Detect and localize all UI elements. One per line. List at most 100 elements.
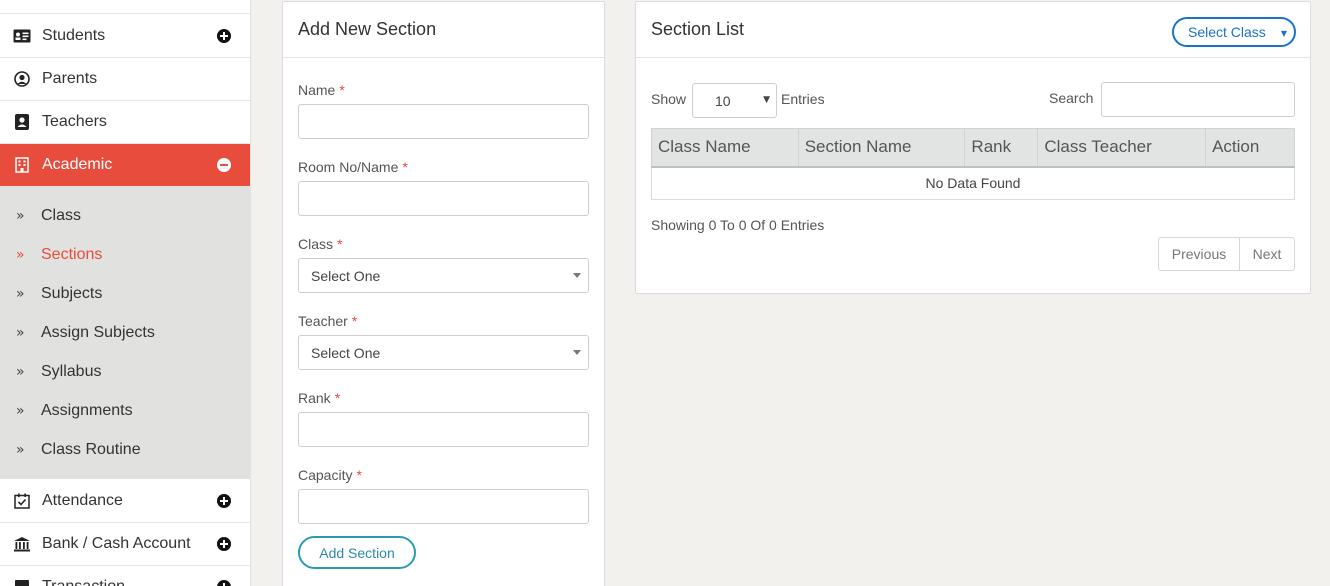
required-mark: *	[402, 159, 408, 175]
chevron-double-right-icon: »	[16, 207, 25, 224]
expand-plus-icon[interactable]	[217, 537, 231, 551]
panel-title: Add New Section	[298, 19, 437, 39]
chevron-double-right-icon: »	[16, 363, 25, 380]
rank-input[interactable]	[298, 412, 589, 447]
chevron-double-right-icon: »	[16, 285, 25, 302]
caret-down-icon: ▼	[1280, 29, 1287, 38]
previous-button[interactable]: Previous	[1158, 237, 1240, 271]
sidebar-item-parents[interactable]: Parents	[0, 58, 250, 101]
sidebar-item-label: Parents	[42, 70, 98, 87]
sidebar-item-teachers[interactable]: Teachers	[0, 101, 250, 144]
required-mark: *	[339, 82, 345, 98]
search-input[interactable]	[1101, 82, 1295, 117]
panel-title: Section List	[651, 19, 745, 39]
required-mark: *	[337, 236, 343, 252]
section-table: Class Name Section Name Rank Class Teach…	[651, 128, 1295, 200]
rank-field-group: Rank *	[298, 390, 589, 447]
expand-plus-icon[interactable]	[217, 29, 231, 43]
select-class-dropdown[interactable]: Select Class ▼	[1172, 17, 1296, 47]
transaction-icon	[12, 577, 32, 586]
expand-plus-icon[interactable]	[217, 580, 231, 586]
collapse-minus-icon[interactable]	[217, 158, 231, 172]
user-circle-icon	[12, 0, 32, 2]
chevron-double-right-icon: »	[16, 402, 25, 419]
submenu-item-label: Sections	[41, 245, 103, 263]
caret-down-icon	[573, 350, 581, 355]
name-field-group: Name *	[298, 82, 589, 139]
class-field-group: Class * Select One	[298, 236, 589, 293]
teacher-field-group: Teacher * Select One	[298, 313, 589, 370]
building-icon	[12, 155, 32, 175]
calendar-check-icon	[12, 491, 32, 511]
chevron-double-right-icon: »	[16, 246, 25, 263]
class-select[interactable]: Select One	[298, 258, 589, 293]
sidebar-item-academic[interactable]: Academic	[0, 144, 250, 187]
sidebar-item-label: Bank / Cash Account	[42, 535, 191, 552]
section-list-panel: Section List Select Class ▼ Show 10 ▼ En…	[635, 1, 1311, 294]
search-label: Search	[1049, 90, 1094, 106]
empty-message: No Data Found	[651, 166, 1295, 200]
submenu-item-label: Syllabus	[41, 362, 102, 380]
panel-header: Add New Section	[283, 2, 604, 58]
sidebar-item-students[interactable]: Students	[0, 15, 250, 58]
submenu-item-assign-subjects[interactable]: » Assign Subjects	[0, 313, 250, 352]
table-row: No Data Found	[651, 166, 1295, 200]
teacher-select[interactable]: Select One	[298, 335, 589, 370]
required-mark: *	[351, 313, 358, 329]
panel-header: Section List Select Class ▼	[636, 2, 1310, 58]
submenu-item-syllabus[interactable]: » Syllabus	[0, 352, 250, 391]
submenu-item-label: Subjects	[41, 284, 103, 302]
select-class-label: Select Class	[1188, 24, 1266, 40]
sidebar-item-partial-top[interactable]	[0, 0, 250, 14]
select-value: Select One	[311, 267, 381, 284]
entries-select[interactable]: 10 ▼	[692, 83, 777, 118]
chevron-double-right-icon: »	[16, 441, 25, 458]
field-label: Rank	[298, 390, 331, 406]
submenu-item-subjects[interactable]: » Subjects	[0, 274, 250, 313]
table-info: Showing 0 To 0 Of 0 Entries	[651, 217, 825, 233]
bank-icon	[12, 534, 32, 554]
show-label: Show	[651, 91, 687, 107]
expand-plus-icon[interactable]	[217, 494, 231, 508]
user-circle-icon	[12, 69, 32, 89]
room-input[interactable]	[298, 181, 589, 216]
sidebar-item-bank-cash-account[interactable]: Bank / Cash Account	[0, 523, 250, 566]
entries-value: 10	[715, 92, 731, 109]
column-header-class-teacher[interactable]: Class Teacher	[1037, 128, 1207, 168]
submenu-item-sections[interactable]: » Sections	[0, 235, 250, 274]
submenu-item-label: Class Routine	[41, 440, 141, 458]
sidebar-item-label: Academic	[42, 156, 113, 173]
column-header-section-name[interactable]: Section Name	[797, 128, 966, 168]
column-header-class-name[interactable]: Class Name	[651, 128, 799, 168]
column-header-rank[interactable]: Rank	[964, 128, 1039, 168]
academic-submenu: » Class » Sections » Subjects » Assign S…	[0, 186, 250, 479]
field-label: Teacher	[298, 313, 348, 329]
sidebar: Students Parents Teachers Academic » Cla…	[0, 0, 251, 586]
entries-label: Entries	[781, 91, 825, 107]
capacity-input[interactable]	[298, 489, 589, 524]
capacity-field-group: Capacity *	[298, 467, 589, 524]
next-button[interactable]: Next	[1240, 237, 1295, 271]
submenu-item-label: Class	[41, 206, 82, 224]
sidebar-item-label: Transaction	[42, 578, 217, 586]
pagination: Previous Next	[1158, 237, 1295, 271]
column-header-action[interactable]: Action	[1205, 128, 1295, 168]
add-section-button[interactable]: Add Section	[298, 536, 416, 569]
caret-down-icon: ▼	[763, 95, 770, 105]
sidebar-item-label: Students	[42, 27, 106, 44]
table-header-row: Class Name Section Name Rank Class Teach…	[651, 128, 1295, 168]
teacher-icon	[12, 112, 32, 132]
field-label: Room No/Name	[298, 159, 399, 175]
room-field-group: Room No/Name *	[298, 159, 589, 216]
submenu-item-class[interactable]: » Class	[0, 196, 250, 235]
sidebar-item-attendance[interactable]: Attendance	[0, 480, 250, 523]
sidebar-item-transaction[interactable]: Transaction	[0, 566, 250, 586]
chevron-double-right-icon: »	[16, 324, 25, 341]
name-input[interactable]	[298, 104, 589, 139]
submenu-item-assignments[interactable]: » Assignments	[0, 391, 250, 430]
submenu-item-label: Assignments	[41, 401, 133, 419]
field-label: Name	[298, 82, 336, 98]
field-label: Capacity	[298, 467, 353, 483]
submenu-item-class-routine[interactable]: » Class Routine	[0, 430, 250, 469]
submenu-item-label: Assign Subjects	[41, 323, 155, 341]
